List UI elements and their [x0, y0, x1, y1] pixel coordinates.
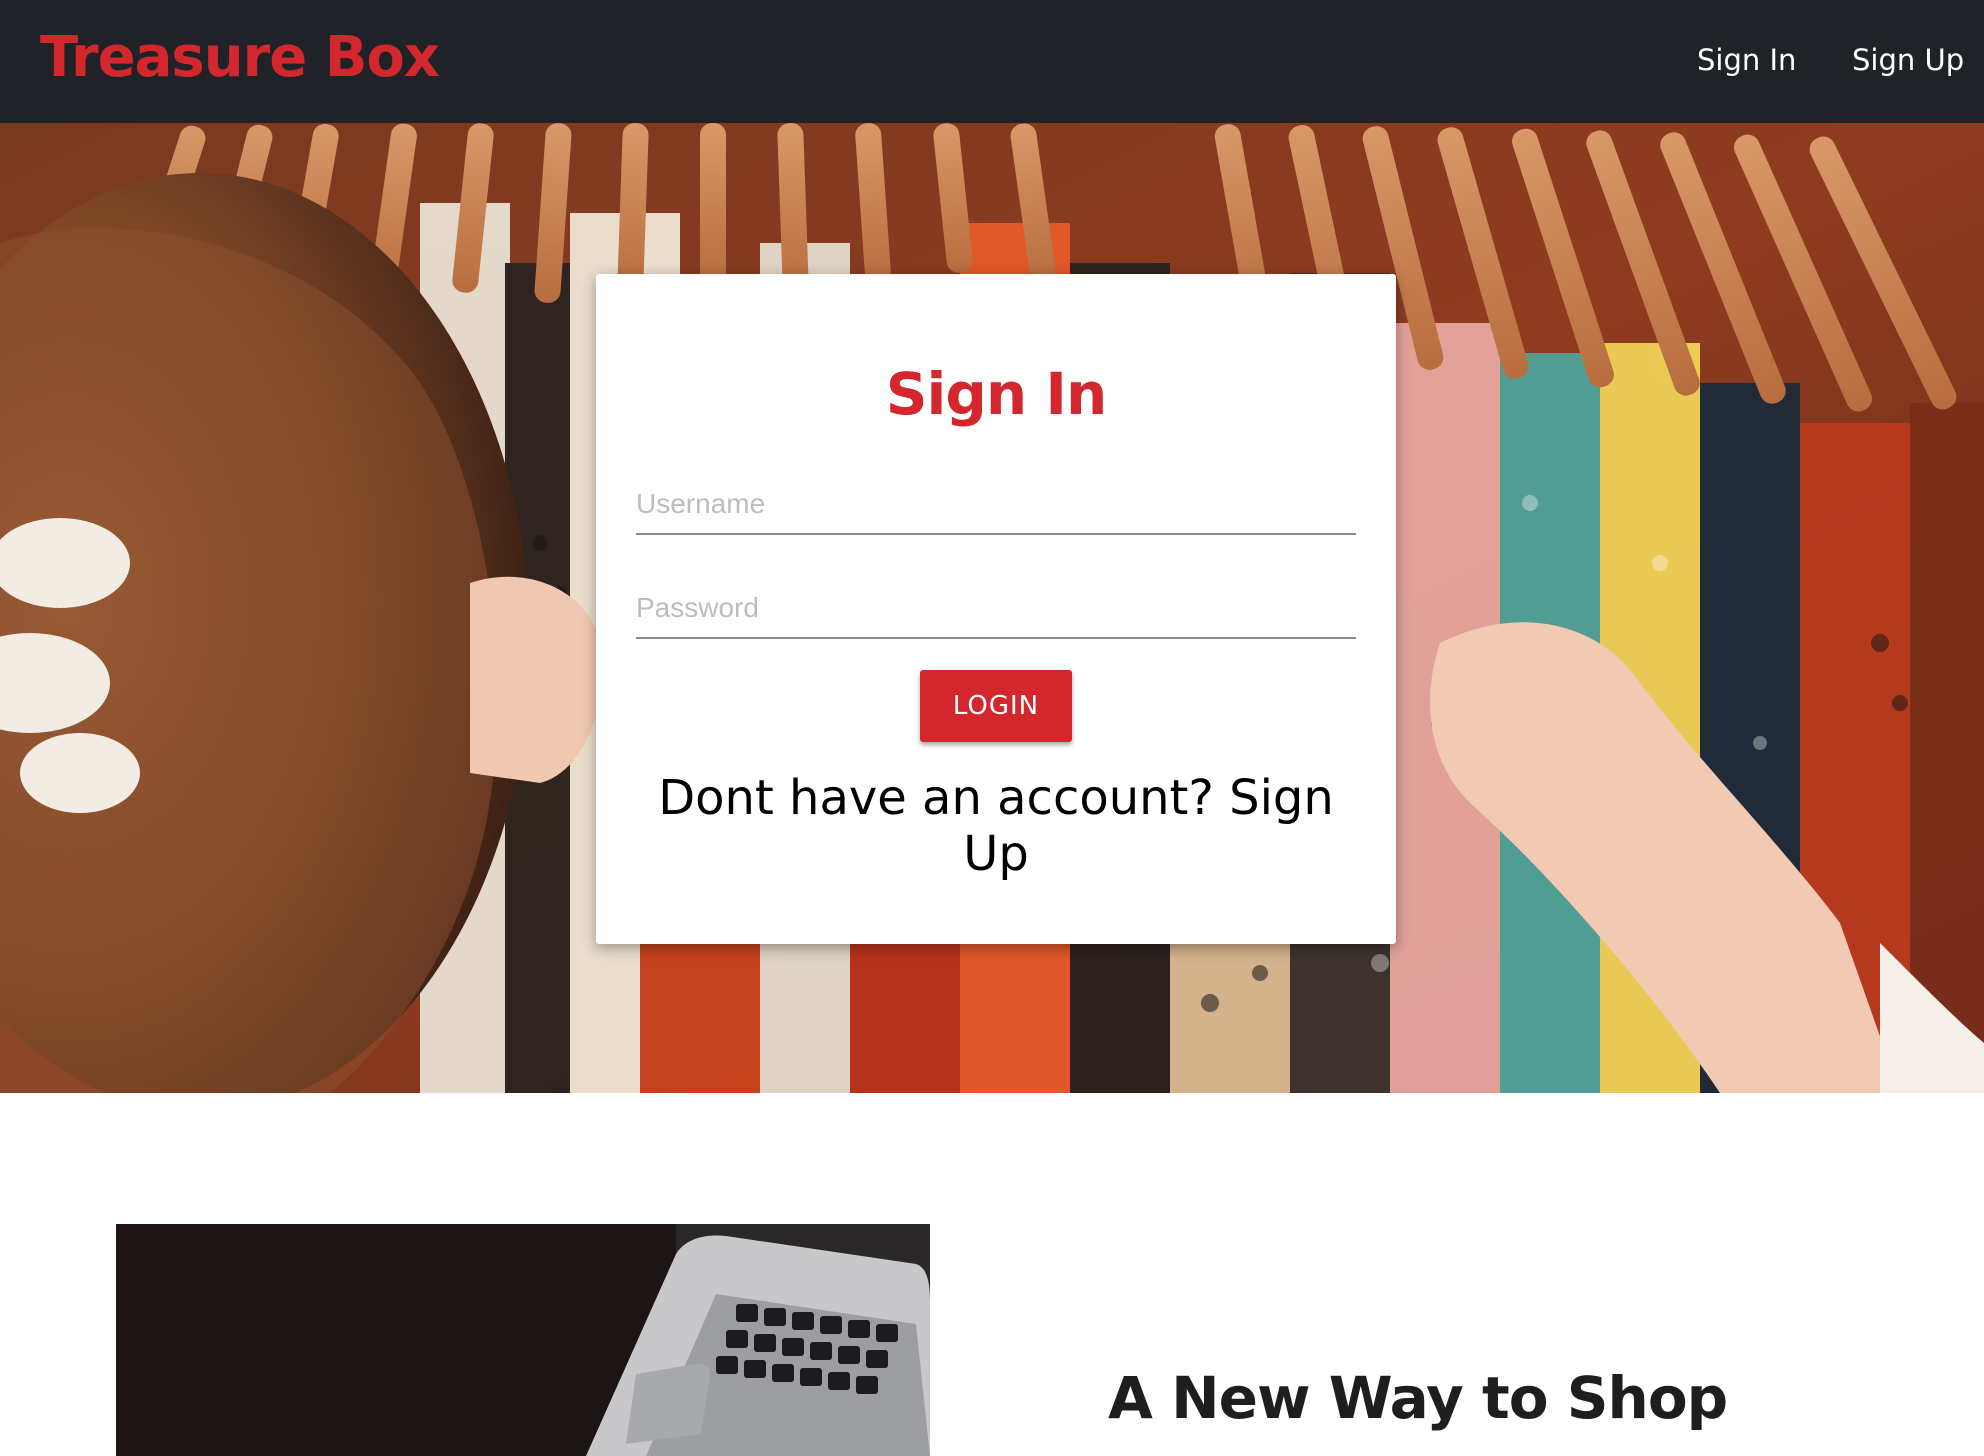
- signup-prompt-link[interactable]: Dont have an account? Sign Up: [626, 770, 1366, 882]
- login-button[interactable]: LOGIN: [920, 670, 1072, 742]
- laptop-photo-graphic: [116, 1224, 930, 1456]
- section-heading: A New Way to Shop: [1108, 1364, 1728, 1432]
- laptop-image: [116, 1224, 930, 1456]
- nav-sign-up-link[interactable]: Sign Up: [1852, 38, 1964, 82]
- login-card-title: Sign In: [885, 360, 1108, 428]
- password-input[interactable]: [636, 579, 1356, 639]
- brand-logo[interactable]: Treasure Box: [40, 22, 440, 94]
- navbar: Treasure Box Sign In Sign Up: [0, 0, 1984, 123]
- nav-sign-in-link[interactable]: Sign In: [1697, 38, 1796, 82]
- username-input[interactable]: [636, 475, 1356, 535]
